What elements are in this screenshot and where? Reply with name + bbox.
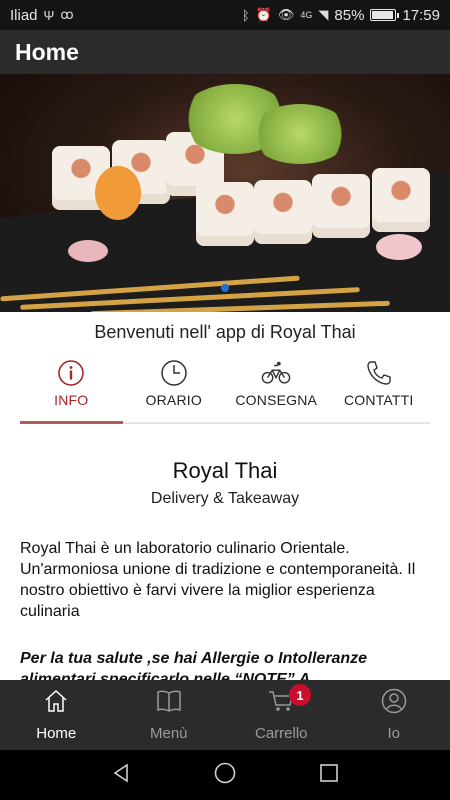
page-title: Home: [15, 38, 79, 65]
petal: [68, 240, 108, 262]
bluetooth-icon: ᛒ: [241, 7, 250, 23]
battery-percent: 85%: [334, 6, 365, 24]
voicemail-icon: ꝏ: [60, 7, 74, 22]
carousel-indicator: [0, 284, 450, 292]
back-icon[interactable]: [110, 762, 132, 789]
status-bar: Iliad Ψ ꝏ ᛒ ⏰ 👁 4G ◥ 85% 17:59: [0, 0, 450, 30]
sushi-roll: [196, 182, 254, 246]
nav-home[interactable]: Home: [0, 680, 113, 750]
restaurant-description: Royal Thai è un laboratorio culinario Or…: [20, 540, 416, 620]
tab-contatti[interactable]: CONTATTI: [328, 358, 431, 422]
clock-icon: [159, 358, 189, 388]
info-content: Royal Thai Delivery & Takeaway Royal Tha…: [20, 424, 430, 680]
nav-profile[interactable]: Io: [338, 680, 450, 750]
nav-carrello-label: Carrello: [254, 725, 308, 742]
tab-consegna-label: CONSEGNA: [235, 392, 318, 408]
app-bar: Home: [0, 30, 450, 74]
book-icon: [155, 688, 183, 719]
eye-icon: 👁: [277, 7, 295, 22]
tab-consegna[interactable]: CONSEGNA: [225, 358, 328, 422]
sushi-roll: [372, 168, 430, 232]
system-nav-bar: [0, 750, 450, 800]
tab-orario[interactable]: ORARIO: [123, 358, 226, 422]
network-type: 4G: [300, 10, 313, 20]
bicycle-icon: [261, 358, 291, 388]
home-icon: [43, 688, 69, 719]
flower-garnish: [95, 166, 141, 220]
carrier-name: Iliad: [10, 6, 38, 24]
battery-icon: [370, 9, 400, 21]
lettuce-garnish: [250, 104, 350, 164]
usb-icon: Ψ: [43, 7, 55, 23]
clock-time: 17:59: [402, 6, 440, 24]
nav-carrello[interactable]: 1 Carrello: [225, 680, 338, 750]
carousel-dot-active[interactable]: [221, 284, 229, 292]
restaurant-name: Royal Thai: [172, 458, 278, 483]
petal: [376, 234, 422, 260]
nav-profile-label: Io: [387, 725, 400, 742]
nav-menu[interactable]: Menù: [113, 680, 226, 750]
recents-icon[interactable]: [318, 762, 340, 789]
home-button-icon[interactable]: [213, 761, 237, 790]
welcome-text: Benvenuti nell' app di Royal Thai: [94, 322, 356, 342]
tab-info-label: INFO: [54, 392, 89, 408]
tab-orario-label: ORARIO: [145, 392, 202, 408]
sushi-roll: [312, 174, 370, 238]
tab-contatti-label: CONTATTI: [343, 392, 414, 408]
alarm-icon: ⏰: [255, 7, 272, 22]
nav-menu-label: Menù: [149, 725, 188, 742]
bottom-nav: Home Menù 1 Carrello Io: [0, 680, 450, 750]
nav-home-label: Home: [36, 725, 77, 742]
tab-info[interactable]: INFO: [20, 358, 123, 424]
phone-icon: [364, 358, 394, 388]
wifi-icon: ◥: [318, 7, 329, 22]
sushi-roll: [254, 180, 312, 244]
cart-badge: 1: [289, 684, 311, 706]
user-icon: [381, 688, 407, 719]
info-icon: [56, 358, 86, 388]
hero-carousel[interactable]: [0, 74, 450, 312]
info-tabs: INFO ORARIO CONSEGNA CONTATTI: [20, 358, 430, 424]
restaurant-subtitle: Delivery & Takeaway: [150, 490, 300, 507]
allergy-note: Per la tua salute ,se hai Allergie o Int…: [20, 650, 368, 680]
